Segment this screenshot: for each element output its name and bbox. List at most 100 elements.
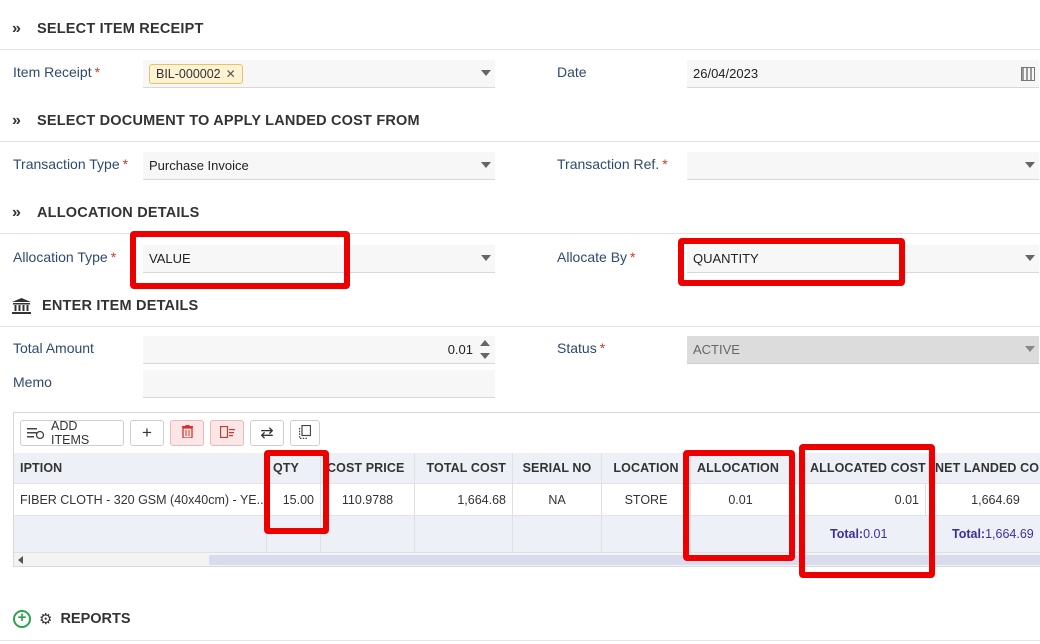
section-header-item-receipt[interactable]: » SELECT ITEM RECEIPT bbox=[0, 8, 1040, 50]
items-grid: ADD ITEMS + ⇄ IPTION QTY COST PRICE TOTA… bbox=[13, 412, 1040, 567]
section-title: REPORTS bbox=[60, 611, 131, 627]
section-header-allocation[interactable]: » ALLOCATION DETAILS bbox=[0, 192, 1040, 234]
allocate-by-select[interactable]: QUANTITY bbox=[687, 245, 1039, 273]
chevron-down-icon bbox=[1025, 346, 1035, 352]
add-items-button[interactable]: ADD ITEMS bbox=[20, 419, 124, 447]
section-header-item-details[interactable]: ENTER ITEM DETAILS bbox=[0, 285, 1040, 327]
item-receipt-select[interactable]: BIL-000002 ✕ bbox=[143, 60, 495, 88]
transaction-type-label: Transaction Type * bbox=[13, 156, 129, 172]
section-title: SELECT DOCUMENT TO APPLY LANDED COST FRO… bbox=[37, 112, 420, 129]
total-label: Total: bbox=[830, 527, 864, 541]
grid-footer-row: Total: 0.01 Total: 1,664.69 bbox=[14, 515, 1040, 552]
clear-rows-icon bbox=[219, 425, 235, 441]
transaction-ref-select[interactable] bbox=[687, 152, 1039, 180]
chevron-down-icon[interactable] bbox=[1025, 162, 1035, 168]
cell-description[interactable]: FIBER CLOTH - 320 GSM (40x40cm) - YE... bbox=[14, 484, 267, 515]
table-row[interactable]: FIBER CLOTH - 320 GSM (40x40cm) - YE... … bbox=[14, 483, 1040, 515]
grid-toolbar: ADD ITEMS + ⇄ bbox=[14, 413, 1040, 453]
footer-cell bbox=[602, 516, 691, 552]
cell-location[interactable]: STORE bbox=[602, 484, 691, 515]
grid-header-row: IPTION QTY COST PRICE TOTAL COST SERIAL … bbox=[14, 453, 1040, 483]
memo-label: Memo bbox=[13, 374, 52, 390]
cell-total-cost[interactable]: 1,664.68 bbox=[415, 484, 513, 515]
date-value: 26/04/2023 bbox=[693, 66, 759, 81]
section-title: SELECT ITEM RECEIPT bbox=[37, 20, 204, 37]
gear-icon: ⚙ bbox=[39, 611, 53, 628]
swap-button[interactable]: ⇄ bbox=[250, 420, 284, 446]
transaction-type-value: Purchase Invoice bbox=[149, 158, 249, 173]
swap-icon: ⇄ bbox=[260, 425, 274, 442]
date-field[interactable]: 26/04/2023 bbox=[687, 60, 1039, 88]
section-header-reports[interactable]: + ⚙ REPORTS bbox=[13, 605, 131, 633]
cell-serial-no[interactable]: NA bbox=[513, 484, 602, 515]
add-row-button[interactable]: + bbox=[130, 420, 164, 446]
allocated-cost-total: Total: 0.01 bbox=[804, 516, 929, 552]
cell-allocation[interactable]: 0.01 bbox=[691, 484, 791, 515]
cell-allocated-cost[interactable]: 0.01 bbox=[791, 484, 926, 515]
scroll-left-icon[interactable] bbox=[18, 556, 23, 564]
footer-cell bbox=[691, 516, 804, 552]
footer-cell bbox=[513, 516, 602, 552]
allocation-type-value: VALUE bbox=[149, 251, 191, 266]
total-amount-input[interactable]: 0.01 bbox=[143, 336, 495, 364]
chevron-down-icon[interactable] bbox=[1025, 255, 1035, 261]
status-label: Status * bbox=[557, 340, 606, 356]
col-allocation-header[interactable]: ALLOCATION bbox=[691, 453, 804, 483]
expand-plus-icon[interactable]: + bbox=[13, 610, 31, 628]
memo-input[interactable] bbox=[143, 370, 495, 398]
delete-row-button[interactable] bbox=[170, 420, 204, 446]
col-net-landed-cost-header[interactable]: NET LANDED CO bbox=[929, 453, 1040, 483]
bank-icon bbox=[12, 297, 31, 314]
col-cost-price-header[interactable]: COST PRICE bbox=[321, 453, 415, 483]
transaction-ref-label: Transaction Ref. * bbox=[557, 156, 668, 172]
allocation-type-label: Allocation Type * bbox=[13, 249, 117, 265]
allocate-by-label: Allocate By * bbox=[557, 249, 636, 265]
trash-icon bbox=[181, 425, 193, 441]
plus-icon: + bbox=[142, 423, 152, 442]
number-spinner[interactable] bbox=[479, 338, 491, 362]
copy-icon bbox=[299, 424, 312, 442]
double-chevron-icon: » bbox=[12, 19, 21, 37]
allocate-by-value: QUANTITY bbox=[693, 251, 759, 266]
item-receipt-chip[interactable]: BIL-000002 ✕ bbox=[149, 63, 243, 84]
horizontal-scrollbar[interactable] bbox=[14, 552, 1040, 566]
item-receipt-label: Item Receipt * bbox=[13, 64, 101, 80]
date-label: Date bbox=[557, 64, 587, 80]
remove-chip-icon[interactable]: ✕ bbox=[226, 67, 236, 81]
add-items-label: ADD ITEMS bbox=[51, 419, 90, 447]
transaction-type-select[interactable]: Purchase Invoice bbox=[143, 152, 495, 180]
arrow-down-icon[interactable] bbox=[480, 353, 490, 359]
divider bbox=[0, 640, 1040, 641]
cell-net-landed-cost[interactable]: 1,664.69 bbox=[926, 484, 1040, 515]
footer-cell bbox=[267, 516, 321, 552]
col-location-header[interactable]: LOCATION bbox=[602, 453, 691, 483]
chevron-down-icon[interactable] bbox=[481, 255, 491, 261]
total-value: 1,664.69 bbox=[985, 527, 1034, 541]
chevron-down-icon[interactable] bbox=[481, 70, 491, 76]
total-amount-value: 0.01 bbox=[447, 342, 473, 357]
section-header-document[interactable]: » SELECT DOCUMENT TO APPLY LANDED COST F… bbox=[0, 100, 1040, 142]
chevron-down-icon[interactable] bbox=[481, 162, 491, 168]
cell-cost-price[interactable]: 110.9788 bbox=[321, 484, 415, 515]
net-landed-total: Total: 1,664.69 bbox=[929, 516, 1040, 552]
double-chevron-icon: » bbox=[12, 203, 21, 221]
copy-button[interactable] bbox=[290, 420, 320, 446]
scrollbar-thumb[interactable] bbox=[209, 555, 1040, 565]
col-qty-header[interactable]: QTY bbox=[267, 453, 321, 483]
delete-all-button[interactable] bbox=[210, 420, 244, 446]
total-amount-label: Total Amount bbox=[13, 340, 94, 356]
col-serial-no-header[interactable]: SERIAL NO bbox=[513, 453, 602, 483]
col-allocated-cost-header[interactable]: ALLOCATED COST bbox=[804, 453, 929, 483]
section-title: ALLOCATION DETAILS bbox=[37, 204, 200, 221]
arrow-up-icon[interactable] bbox=[480, 340, 490, 346]
col-description-header[interactable]: IPTION bbox=[14, 453, 267, 483]
double-chevron-icon: » bbox=[12, 111, 21, 129]
col-total-cost-header[interactable]: TOTAL COST bbox=[415, 453, 513, 483]
status-value: ACTIVE bbox=[693, 342, 740, 357]
section-title: ENTER ITEM DETAILS bbox=[42, 297, 199, 314]
total-label: Total: bbox=[952, 527, 986, 541]
calendar-icon[interactable] bbox=[1021, 67, 1035, 81]
allocation-type-select[interactable]: VALUE bbox=[143, 245, 495, 273]
total-value: 0.01 bbox=[863, 527, 888, 541]
cell-qty[interactable]: 15.00 bbox=[267, 484, 321, 515]
